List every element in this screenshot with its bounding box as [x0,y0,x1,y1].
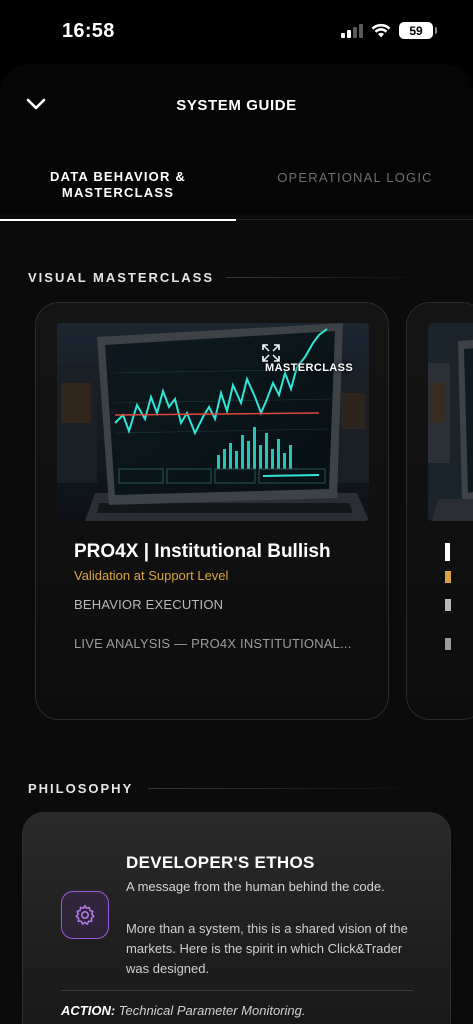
section-label-philosophy: PHILOSOPHY [28,781,134,796]
masterclass-card[interactable]: MASTERCLASS PRO4X | Institutional Bullis… [35,302,389,720]
ethos-action: ACTION: Technical Parameter Monitoring. [61,1003,305,1018]
developer-ethos-card[interactable]: DEVELOPER'S ETHOS A message from the hum… [22,812,451,1024]
masterclass-badge: MASTERCLASS [265,362,354,374]
section-divider [148,788,428,789]
tab-operational-logic[interactable]: OPERATIONAL LOGIC [237,156,473,220]
ethos-title: DEVELOPER'S ETHOS [126,853,315,872]
card-subtitle-clipped [445,571,451,583]
ethos-divider [61,990,413,991]
ethos-action-value: Technical Parameter Monitoring. [118,1003,306,1018]
cellular-signal-icon [341,23,363,38]
card-label-clipped [445,599,451,611]
expand-icon[interactable] [261,343,281,363]
system-guide-sheet: SYSTEM GUIDE DATA BEHAVIOR & MASTERCLASS… [0,64,473,1024]
tab-label-line2: MASTERCLASS [61,185,175,200]
tab-label: OPERATIONAL LOGIC [277,170,433,185]
battery-indicator: 59 [399,22,437,39]
sheet-title: SYSTEM GUIDE [176,97,297,114]
ethos-subtitle: A message from the human behind the code… [126,879,385,894]
section-divider [226,277,426,278]
trading-monitor-illustration [57,323,369,521]
card-title-clipped [445,543,450,561]
card-description-clipped [445,638,451,650]
status-time: 16:58 [62,20,115,42]
masterclass-card-next[interactable] [406,302,473,720]
masterclass-thumbnail[interactable]: MASTERCLASS [57,323,369,521]
tab-label-line1: DATA BEHAVIOR & [50,169,186,184]
wifi-icon [371,23,391,38]
card-subtitle: Validation at Support Level [74,568,229,583]
status-icons: 59 [341,22,437,39]
card-description: LIVE ANALYSIS — PRO4X INSTITUTIONAL... [74,636,352,651]
ethos-action-key: ACTION: [61,1003,116,1018]
tab-bar: DATA BEHAVIOR & MASTERCLASS OPERATIONAL … [0,156,473,221]
card-label: BEHAVIOR EXECUTION [74,597,224,612]
masterclass-thumbnail-next [428,323,473,521]
ethos-body: More than a system, this is a shared vis… [126,921,408,976]
trading-monitor-illustration-next [428,323,473,521]
card-title: PRO4X | Institutional Bullish [74,541,331,562]
section-label-masterclass: VISUAL MASTERCLASS [28,270,214,285]
settings-gear-icon [61,891,109,939]
tab-data-behavior-masterclass[interactable]: DATA BEHAVIOR & MASTERCLASS [0,156,236,221]
status-bar: 16:58 59 [0,0,473,64]
